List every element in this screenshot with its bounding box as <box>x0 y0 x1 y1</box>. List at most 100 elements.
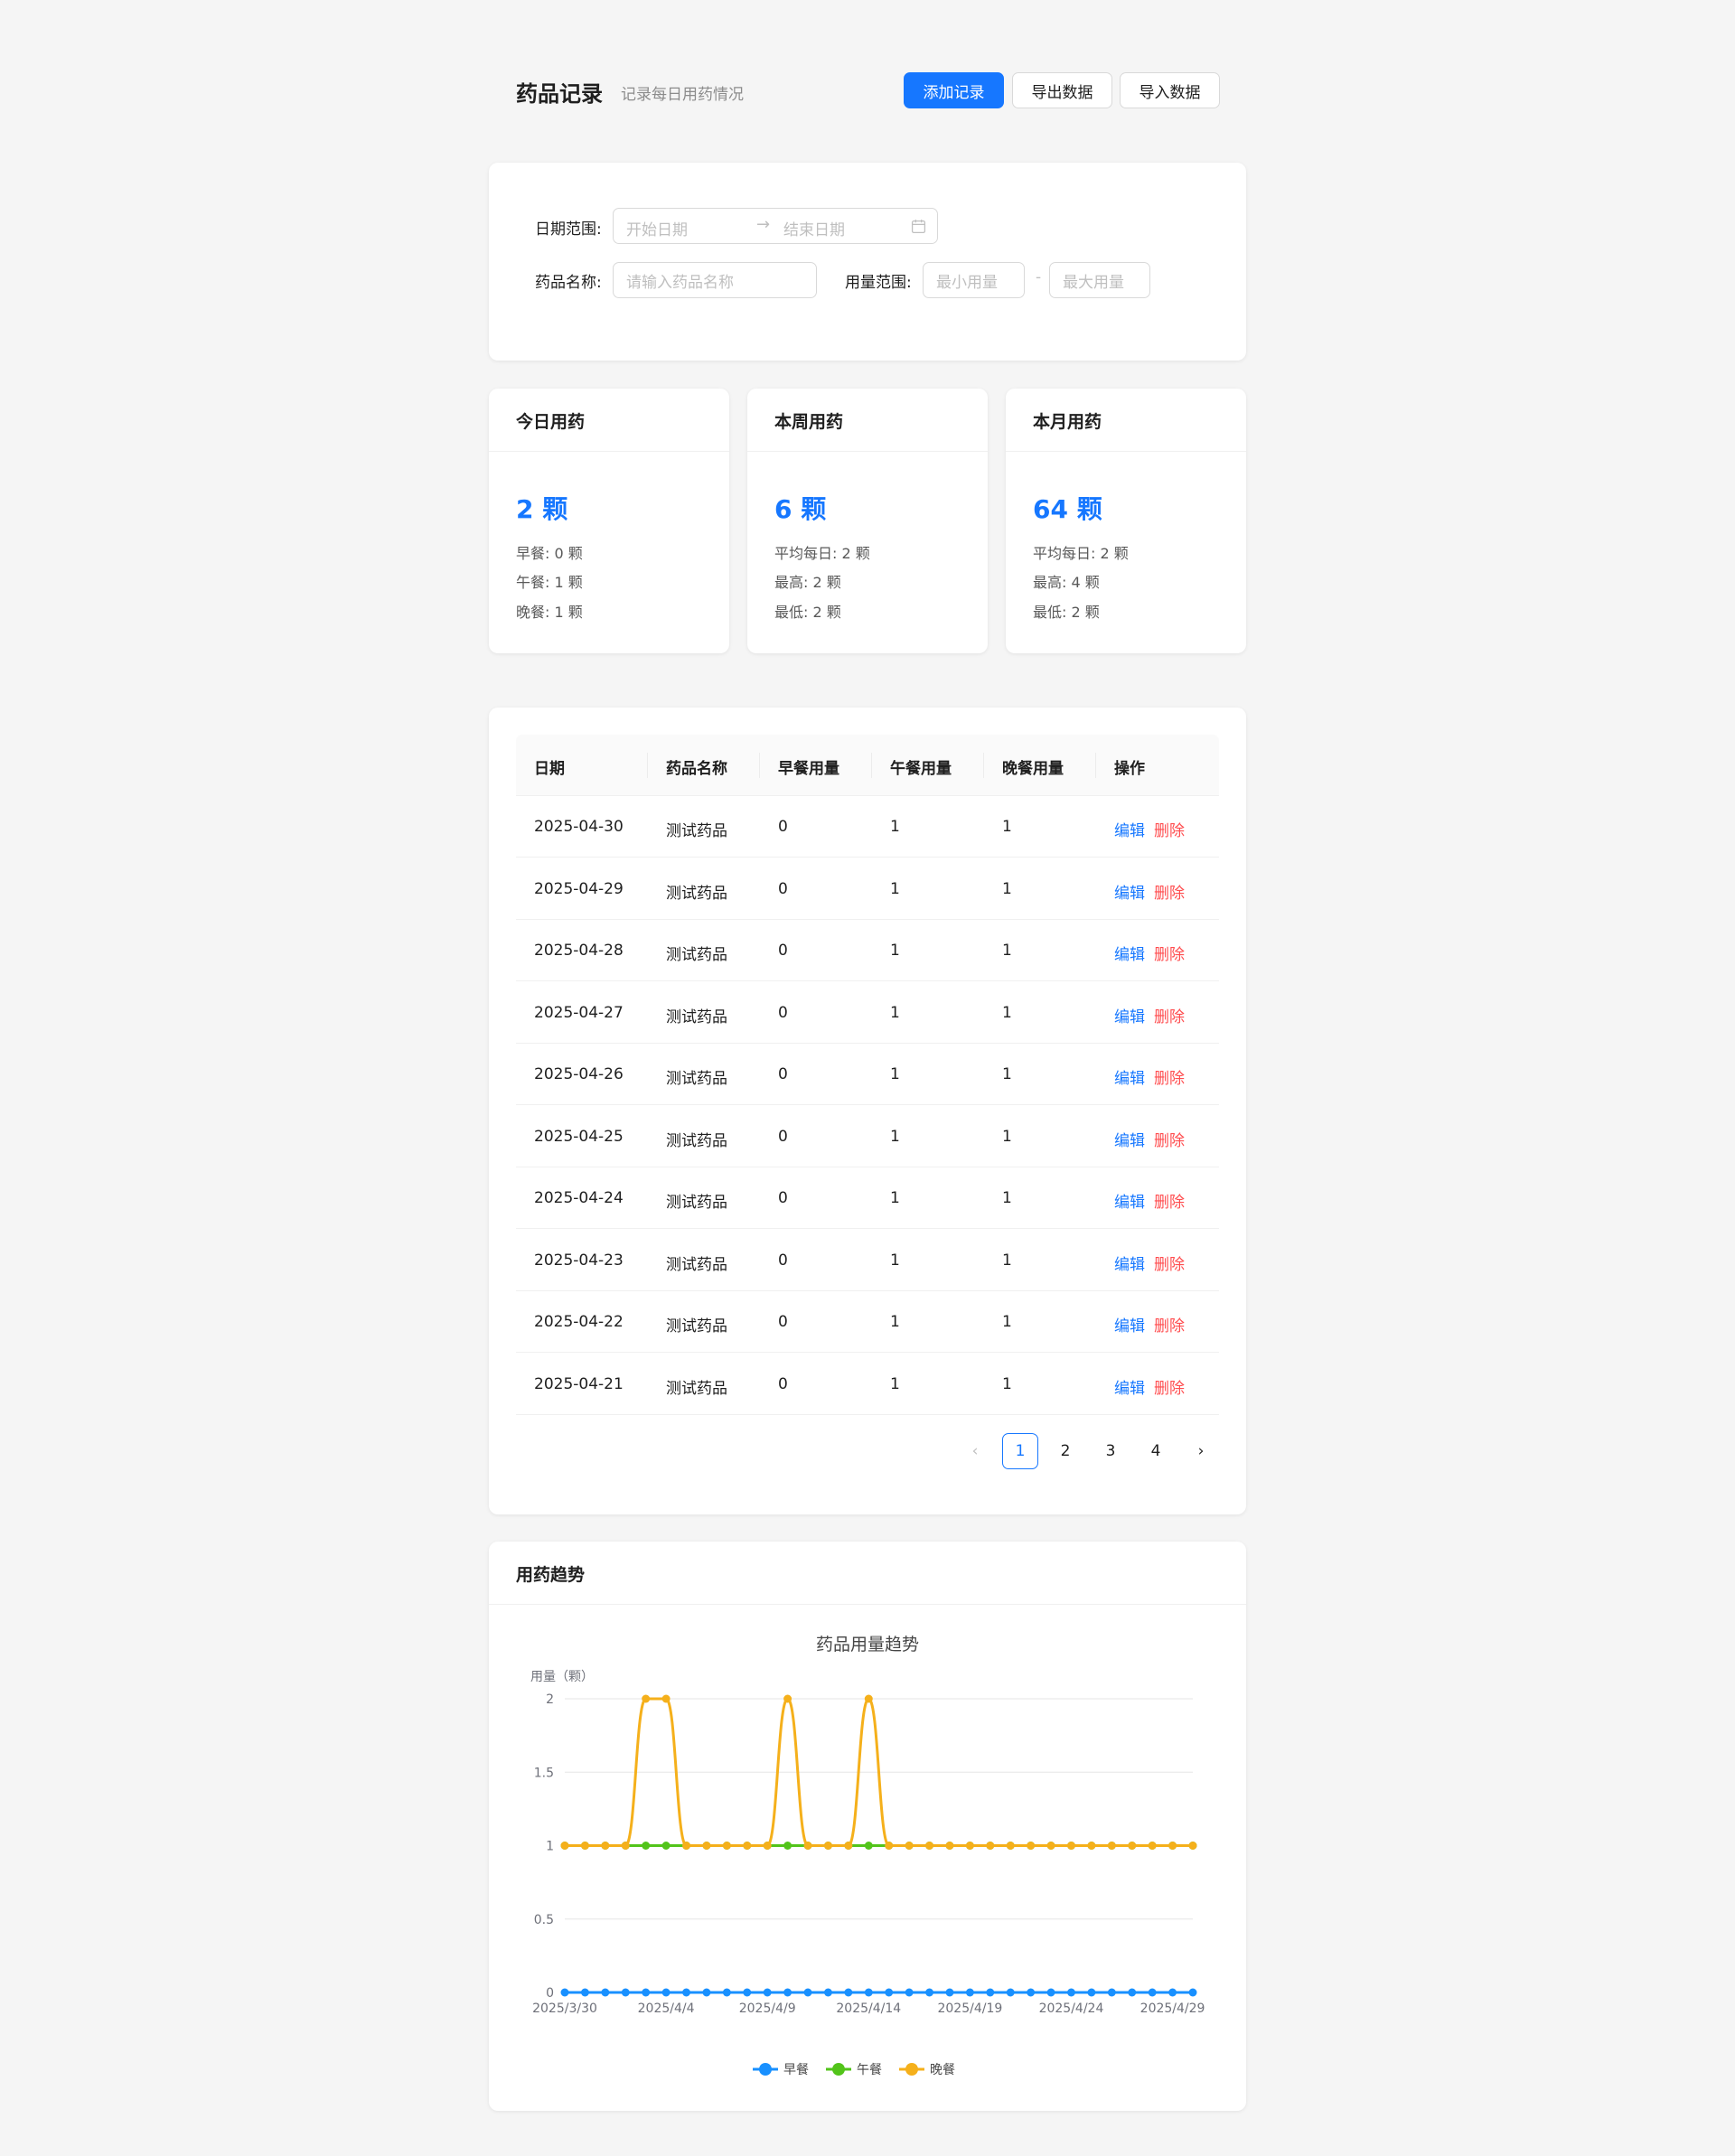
min-dose-input[interactable]: 最小用量 <box>923 262 1025 298</box>
series-point <box>905 1842 914 1850</box>
delete-link[interactable]: 删除 <box>1154 1189 1185 1212</box>
page-1-button[interactable]: 1 <box>1002 1433 1038 1469</box>
cell-lunch: 1 <box>890 942 900 960</box>
series-point <box>763 1842 772 1850</box>
column-divider <box>871 753 872 778</box>
page-2-button[interactable]: 2 <box>1047 1433 1083 1469</box>
series-point <box>642 1694 651 1703</box>
cell-lunch: 1 <box>890 1374 900 1393</box>
delete-link[interactable]: 删除 <box>1154 818 1185 840</box>
start-date-placeholder[interactable]: 开始日期 <box>626 217 688 239</box>
delete-link[interactable]: 删除 <box>1154 880 1185 903</box>
series-point <box>864 1842 873 1850</box>
series-point <box>702 1988 711 1997</box>
series-point <box>1006 1842 1015 1850</box>
series-point <box>621 1988 630 1997</box>
x-tick-label: 2025/3/30 <box>532 2001 597 2016</box>
edit-link[interactable]: 编辑 <box>1114 1004 1145 1026</box>
edit-link[interactable]: 编辑 <box>1114 1189 1145 1212</box>
cell-drug-name: 测试药品 <box>666 1255 727 1274</box>
cell-dinner: 1 <box>1002 1251 1012 1270</box>
date-range-picker[interactable]: 开始日期 → 结束日期 <box>613 208 938 244</box>
delete-link[interactable]: 删除 <box>1154 942 1185 964</box>
edit-link[interactable]: 编辑 <box>1114 1375 1145 1398</box>
max-dose-input[interactable]: 最大用量 <box>1049 262 1150 298</box>
page-4-button[interactable]: 4 <box>1138 1433 1174 1469</box>
edit-link[interactable]: 编辑 <box>1114 1065 1145 1088</box>
series-point <box>601 1842 610 1850</box>
cell-date: 2025-04-22 <box>534 1313 624 1331</box>
series-point <box>743 1988 752 1997</box>
edit-link[interactable]: 编辑 <box>1114 942 1145 964</box>
cell-breakfast: 0 <box>778 942 788 960</box>
filter-card: 日期范围: 开始日期 → 结束日期 药品名称: 请输入药品名称 用量范围: 最小… <box>489 163 1246 361</box>
stat-detail: 早餐: 0 颗 <box>516 545 583 562</box>
end-date-placeholder[interactable]: 结束日期 <box>783 217 845 239</box>
cell-date: 2025-04-26 <box>534 1065 624 1083</box>
cell-dinner: 1 <box>1002 1003 1012 1022</box>
trend-chart: 药品用量趋势用量（颗） 0 0.5 1 1.5 2 2025/3/30 2025/4/4 202… <box>530 1635 1205 2077</box>
dose-range-label: 用量范围: <box>845 274 912 292</box>
series-point <box>763 1988 772 1997</box>
x-tick-label: 2025/4/24 <box>1039 2001 1104 2016</box>
delete-link[interactable]: 删除 <box>1154 1375 1185 1398</box>
y-tick-label: 1 <box>546 1840 554 1854</box>
series-point <box>702 1842 711 1850</box>
series-point <box>783 1842 792 1850</box>
range-separator: - <box>1036 268 1042 286</box>
next-page-icon[interactable]: › <box>1183 1433 1219 1469</box>
cell-drug-name: 测试药品 <box>666 1194 727 1212</box>
column-header-actions: 操作 <box>1114 760 1145 778</box>
stat-detail: 午餐: 1 颗 <box>516 574 583 591</box>
series-point <box>580 1842 589 1850</box>
calendar-icon[interactable] <box>911 219 926 234</box>
edit-link[interactable]: 编辑 <box>1114 1128 1145 1150</box>
delete-link[interactable]: 删除 <box>1154 1251 1185 1274</box>
edit-link[interactable]: 编辑 <box>1114 818 1145 840</box>
edit-link[interactable]: 编辑 <box>1114 1313 1145 1336</box>
prev-page-icon[interactable]: ‹ <box>957 1433 993 1469</box>
week-stat-card: 本周用药 6 颗 平均每日: 2 颗 最高: 2 颗 最低: 2 颗 <box>747 389 988 653</box>
add-record-button[interactable]: 添加记录 <box>904 72 1004 108</box>
cell-dinner: 1 <box>1002 1065 1012 1083</box>
column-divider <box>1095 753 1096 778</box>
series-point <box>1168 1988 1177 1997</box>
x-tick-label: 2025/4/19 <box>937 2001 1002 2016</box>
cell-dinner: 1 <box>1002 879 1012 898</box>
series-point <box>1027 1842 1036 1850</box>
stat-value: 64 颗 <box>1033 494 1102 524</box>
series-point <box>1066 1988 1075 1997</box>
cell-dinner: 1 <box>1002 1189 1012 1207</box>
stat-card-title: 本月用药 <box>1006 389 1246 452</box>
series-point <box>864 1694 873 1703</box>
delete-link[interactable]: 删除 <box>1154 1065 1185 1088</box>
cell-breakfast: 0 <box>778 1374 788 1393</box>
series-point <box>1148 1842 1157 1850</box>
page-title: 药品记录 <box>516 81 603 107</box>
export-data-button[interactable]: 导出数据 <box>1012 72 1112 108</box>
cell-drug-name: 测试药品 <box>666 1070 727 1088</box>
series-point <box>661 1842 671 1850</box>
series-point <box>1027 1988 1036 1997</box>
drug-name-input[interactable]: 请输入药品名称 <box>613 262 817 298</box>
cell-dinner: 1 <box>1002 818 1012 836</box>
import-data-button[interactable]: 导入数据 <box>1120 72 1220 108</box>
stat-detail: 最低: 2 颗 <box>774 604 841 621</box>
edit-link[interactable]: 编辑 <box>1114 880 1145 903</box>
edit-link[interactable]: 编辑 <box>1114 1251 1145 1274</box>
series-point <box>1188 1842 1197 1850</box>
stat-detail: 晚餐: 1 颗 <box>516 604 583 621</box>
cell-date: 2025-04-29 <box>534 879 624 898</box>
stat-detail: 最高: 4 颗 <box>1033 574 1100 591</box>
series-point <box>1148 1988 1157 1997</box>
cell-breakfast: 0 <box>778 1003 788 1022</box>
series-point <box>925 1988 934 1997</box>
delete-link[interactable]: 删除 <box>1154 1313 1185 1336</box>
pagination: ‹ 1 2 3 4 › <box>489 1433 1246 1469</box>
delete-link[interactable]: 删除 <box>1154 1004 1185 1026</box>
y-tick-label: 0 <box>546 1986 554 2001</box>
series-point <box>803 1842 812 1850</box>
delete-link[interactable]: 删除 <box>1154 1128 1185 1150</box>
series-point <box>682 1988 691 1997</box>
page-3-button[interactable]: 3 <box>1093 1433 1129 1469</box>
